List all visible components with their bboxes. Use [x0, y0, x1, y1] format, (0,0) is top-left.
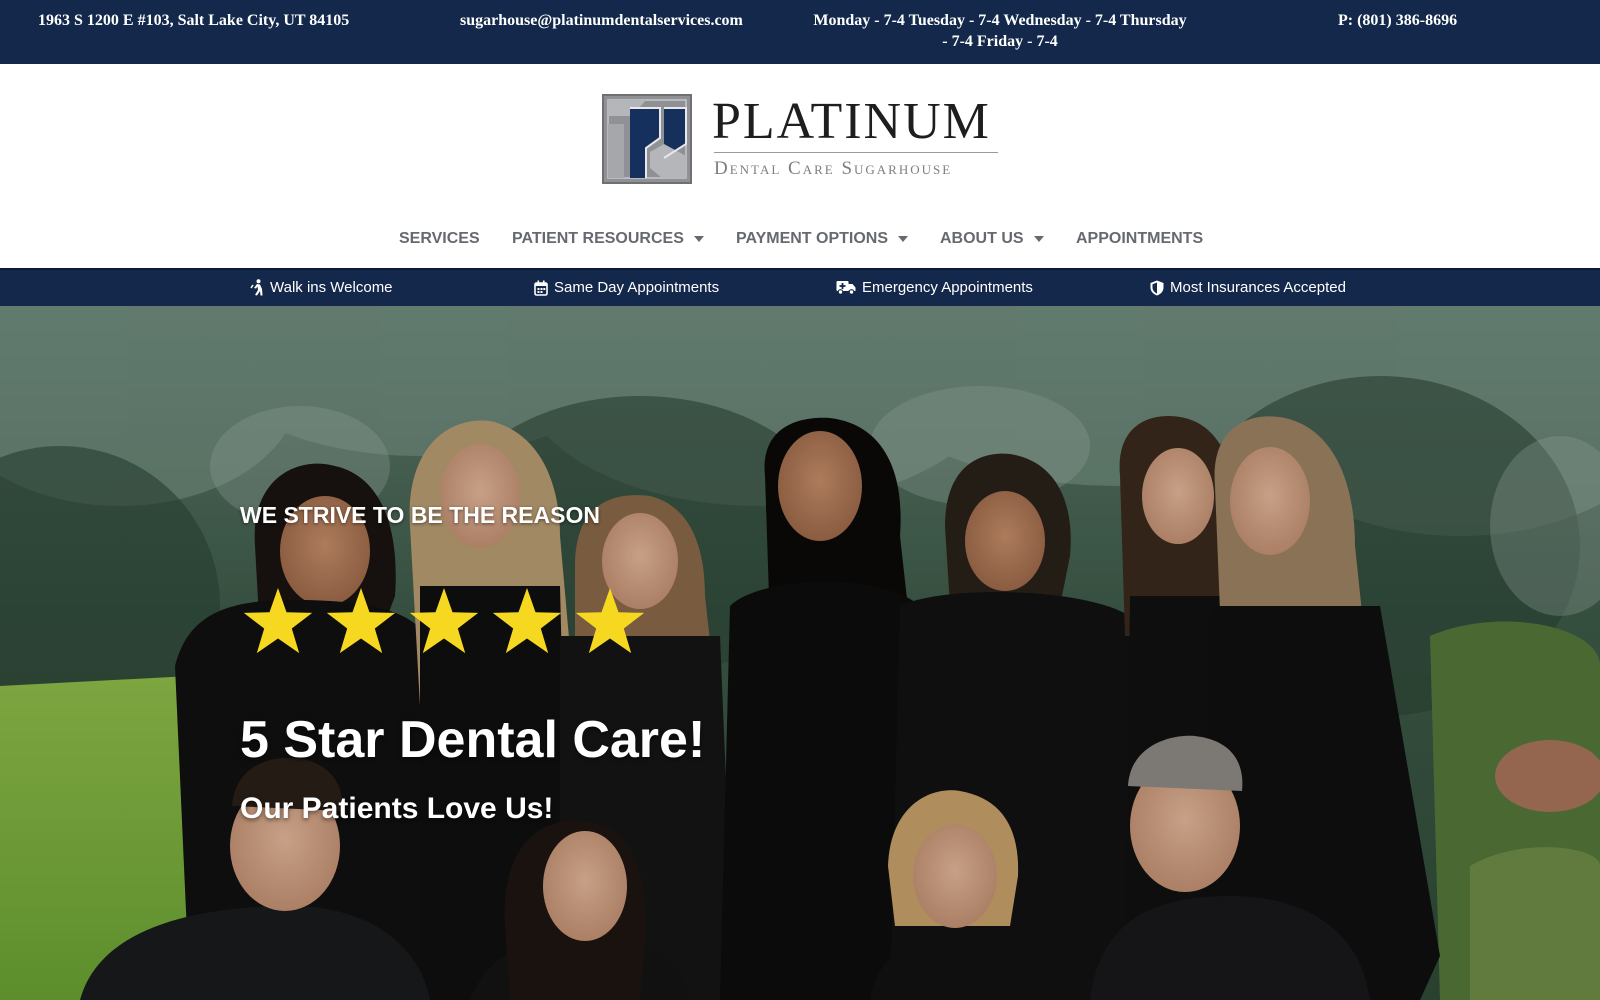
calendar-icon — [534, 280, 548, 296]
team-photo — [0, 306, 1600, 1000]
ambulance-icon — [836, 281, 856, 295]
feature-bar: Walk ins Welcome Same Day Appointments E… — [0, 268, 1600, 306]
office-hours-line-2: - 7-4 Friday - 7-4 — [942, 33, 1058, 50]
nav-item-patient-resources[interactable]: PATIENT RESOURCES — [512, 228, 704, 250]
email-link[interactable]: sugarhouse@platinumdentalservices.com — [460, 10, 743, 31]
nav-item-about-us[interactable]: ABOUT US — [940, 228, 1044, 250]
top-info-bar: 1963 S 1200 E #103, Salt Lake City, UT 8… — [0, 0, 1600, 64]
logo-wordmark: PLATINUM — [712, 93, 991, 150]
feature-same-day: Same Day Appointments — [534, 279, 719, 296]
star-icon — [326, 588, 396, 654]
feature-emergency: Emergency Appointments — [836, 279, 1033, 296]
hero-section: WE STRIVE TO BE THE REASON 5 Star Dental… — [0, 306, 1600, 1000]
nav-item-payment-options[interactable]: PAYMENT OPTIONS — [736, 228, 909, 250]
nav-item-label: PAYMENT OPTIONS — [736, 230, 889, 247]
nav-item-label: SERVICES — [399, 230, 480, 247]
feature-insurance: Most Insurances Accepted — [1150, 279, 1346, 296]
logo-subtitle: Dental Care Sugarhouse — [714, 158, 953, 179]
hero-eyebrow: WE STRIVE TO BE THE REASON — [240, 502, 600, 528]
site-logo[interactable]: PLATINUM Dental Care Sugarhouse — [602, 94, 1002, 186]
feature-label: Same Day Appointments — [554, 279, 720, 296]
star-icon — [409, 588, 479, 654]
caret-down-icon — [1033, 236, 1044, 242]
star-icon — [492, 588, 562, 654]
nav-item-label: ABOUT US — [940, 230, 1024, 247]
star-icon — [575, 588, 645, 654]
feature-label: Emergency Appointments — [862, 279, 1033, 296]
feature-walk-ins: Walk ins Welcome — [250, 279, 393, 296]
address-text: 1963 S 1200 E #103, Salt Lake City, UT 8… — [38, 12, 350, 29]
shield-icon — [1150, 280, 1164, 295]
office-hours: Monday - 7-4 Tuesday - 7-4 Wednesday - 7… — [800, 10, 1200, 52]
nav-item-services[interactable]: SERVICES — [399, 228, 480, 250]
main-nav: SERVICES PATIENT RESOURCES PAYMENT OPTIO… — [0, 224, 1600, 252]
office-hours-line-1: Monday - 7-4 Tuesday - 7-4 Wednesday - 7… — [813, 12, 1187, 29]
feature-label: Walk ins Welcome — [270, 279, 393, 296]
walking-person-icon — [250, 279, 263, 296]
nav-item-label: PATIENT RESOURCES — [512, 230, 684, 247]
caret-down-icon — [693, 236, 704, 242]
phone-link[interactable]: P: (801) 386-8696 — [1338, 10, 1457, 31]
nav-item-appointments[interactable]: APPOINTMENTS — [1076, 228, 1203, 250]
feature-label: Most Insurances Accepted — [1170, 279, 1346, 296]
nav-item-label: APPOINTMENTS — [1076, 230, 1204, 247]
caret-down-icon — [898, 236, 909, 242]
hero-title: 5 Star Dental Care! — [240, 711, 706, 769]
five-star-rating — [243, 588, 645, 654]
logo-mark-icon — [602, 94, 692, 184]
hero-subtitle: Our Patients Love Us! — [240, 792, 554, 825]
star-icon — [243, 588, 313, 654]
logo-divider — [714, 152, 998, 153]
